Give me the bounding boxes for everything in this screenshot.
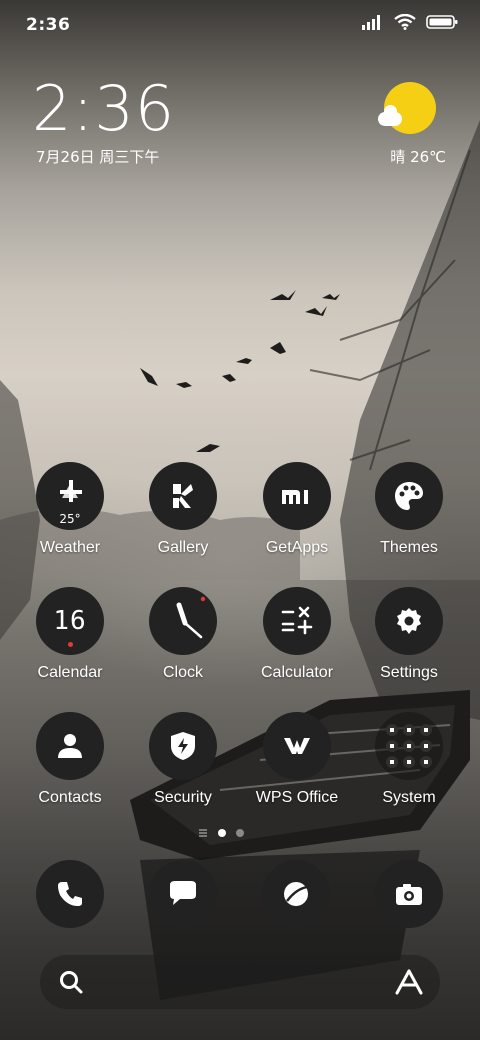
cloud-icon	[378, 105, 402, 126]
app-settings[interactable]: Settings	[354, 587, 464, 682]
app-label: GetApps	[265, 539, 329, 556]
app-label: System	[382, 789, 436, 806]
app-contacts[interactable]: Contacts	[15, 712, 125, 807]
messages-icon	[170, 881, 196, 905]
status-bar: 2:36	[0, 0, 480, 52]
clock-widget-date: 7月26日 周三下午	[36, 148, 160, 166]
clock-icon	[149, 587, 217, 655]
app-clock[interactable]: Clock	[128, 587, 238, 682]
wps-office-icon	[263, 712, 331, 780]
dock-messages[interactable]	[149, 860, 217, 928]
system-folder-icon	[375, 712, 443, 780]
app-label: WPS Office	[255, 789, 339, 806]
app-themes[interactable]: Themes	[354, 462, 464, 557]
calendar-icon: 16	[36, 587, 104, 655]
status-icons	[362, 14, 458, 30]
phone-icon	[58, 882, 82, 906]
page-dot-active	[218, 829, 226, 837]
calculator-icon	[263, 587, 331, 655]
app-label: Security	[154, 789, 212, 806]
battery-icon	[426, 15, 458, 29]
page-indicator[interactable]	[198, 828, 244, 838]
contacts-icon	[36, 712, 104, 780]
themes-icon	[375, 462, 443, 530]
dock-phone[interactable]	[36, 860, 104, 928]
clock-widget-time[interactable]: 2:36	[32, 78, 175, 140]
app-gallery[interactable]: Gallery	[128, 462, 238, 557]
settings-icon	[375, 587, 443, 655]
gallery-icon	[149, 462, 217, 530]
menu-lines-icon	[199, 829, 207, 837]
dock-browser[interactable]	[262, 860, 330, 928]
security-icon	[149, 712, 217, 780]
app-label: Gallery	[157, 539, 209, 556]
weather-app-temp: 25°	[59, 512, 81, 526]
getapps-icon	[263, 462, 331, 530]
app-label: Weather	[39, 539, 101, 556]
dock-camera[interactable]	[375, 860, 443, 928]
app-label: Settings	[380, 664, 438, 681]
weather-widget-text: 晴 26℃	[390, 148, 446, 166]
app-label: Clock	[162, 664, 203, 681]
app-calculator[interactable]: Calculator	[242, 587, 352, 682]
app-wps-office[interactable]: WPS Office	[242, 712, 352, 807]
app-label: Calendar	[37, 664, 103, 681]
search-icon	[60, 971, 83, 994]
signal-icon	[362, 15, 380, 30]
app-calendar[interactable]: 16 Calendar	[15, 587, 125, 682]
app-label: Calculator	[260, 664, 334, 681]
camera-icon	[396, 884, 422, 905]
calendar-day: 16	[53, 606, 87, 636]
weather-icon: 25°	[36, 462, 104, 530]
app-security[interactable]: Security	[128, 712, 238, 807]
wifi-icon	[394, 14, 416, 30]
app-label: Contacts	[38, 789, 102, 806]
status-time: 2:36	[26, 15, 71, 35]
app-weather[interactable]: 25° Weather	[15, 462, 125, 557]
assistant-icon[interactable]	[394, 968, 424, 996]
browser-icon	[284, 882, 308, 906]
app-label: Themes	[380, 539, 438, 556]
page-dot	[236, 829, 244, 837]
search-bar[interactable]	[40, 955, 440, 1009]
app-getapps[interactable]: GetApps	[242, 462, 352, 557]
calendar-dot	[68, 642, 73, 647]
weather-widget[interactable]: 晴 26℃	[376, 82, 446, 172]
app-system-folder[interactable]: System	[354, 712, 464, 807]
